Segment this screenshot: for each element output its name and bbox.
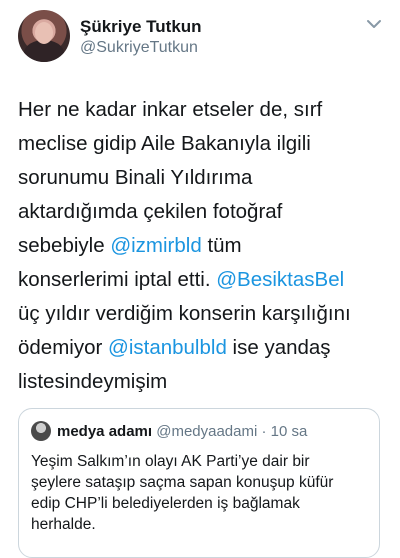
- tweet-line: konserlerimi iptal etti. @BesiktasBel: [18, 263, 390, 297]
- quoted-tweet-time: 10 sa: [270, 423, 308, 440]
- author-avatar[interactable]: [18, 10, 70, 62]
- mention-link-istanbulbld[interactable]: @istanbulbld: [108, 336, 227, 359]
- quoted-line: şeylere sataşıp saçma sapan konuşup küfü…: [31, 474, 334, 491]
- quoted-line: edip CHP’li belediyelerden iş bağlamak: [31, 495, 300, 512]
- chevron-down-icon[interactable]: [364, 14, 384, 34]
- quoted-line: herhalde.: [31, 516, 96, 533]
- tweet-line: Her ne kadar inkar etseler de, sırf: [18, 98, 323, 121]
- avatar-face: [35, 22, 53, 44]
- quoted-author-handle: @medyaadami: [156, 423, 258, 440]
- tweet-text-segment: tüm: [201, 234, 242, 257]
- quoted-tweet-header: medya adamı @medyaadami · 10 sa: [31, 421, 307, 443]
- author-handle[interactable]: @SukriyeTutkun: [80, 37, 202, 58]
- tweet-line: aktardığımda çekilen fotoğraf: [18, 200, 283, 223]
- author-names: Şükriye Tutkun @SukriyeTutkun: [80, 16, 202, 58]
- tweet-line: ödemiyor @istanbulbld ise yandaş: [18, 331, 390, 365]
- tweet-header: Şükriye Tutkun @SukriyeTutkun: [18, 10, 388, 66]
- tweet-line: sorunumu Binali Yıldırıma: [18, 166, 253, 189]
- tweet-line: sebebiyle @izmirbld tüm: [18, 229, 390, 263]
- tweet-text: Her ne kadar inkar etseler de, sırf mecl…: [18, 93, 390, 399]
- tweet-text-segment: ödemiyor: [18, 336, 109, 359]
- quoted-tweet[interactable]: medya adamı @medyaadami · 10 sa Yeşim Sa…: [18, 408, 380, 558]
- tweet-line: üç yıldır verdiğim konserin karşılığını: [18, 302, 351, 325]
- quoted-tweet-text: Yeşim Salkım’ın olayı AK Parti’ye dair b…: [31, 451, 371, 535]
- quoted-author-avatar: [31, 421, 51, 442]
- quoted-author-name: medya adamı: [57, 423, 153, 440]
- mention-link-besiktasbel[interactable]: @BesiktasBel: [216, 268, 344, 291]
- quoted-line: Yeşim Salkım’ın olayı AK Parti’ye dair b…: [31, 453, 310, 470]
- tweet-text-segment: konserlerimi iptal etti.: [18, 268, 217, 291]
- tweet-line: listesindeymişim: [18, 370, 168, 393]
- separator-dot: ·: [261, 423, 267, 440]
- tweet-text-segment: ise yandaş: [226, 336, 331, 359]
- mention-link-izmirbld[interactable]: @izmirbld: [110, 234, 201, 257]
- author-display-name[interactable]: Şükriye Tutkun: [80, 16, 202, 37]
- tweet-line: meclise gidip Aile Bakanıyla ilgili: [18, 132, 311, 155]
- tweet-text-segment: sebebiyle: [18, 234, 111, 257]
